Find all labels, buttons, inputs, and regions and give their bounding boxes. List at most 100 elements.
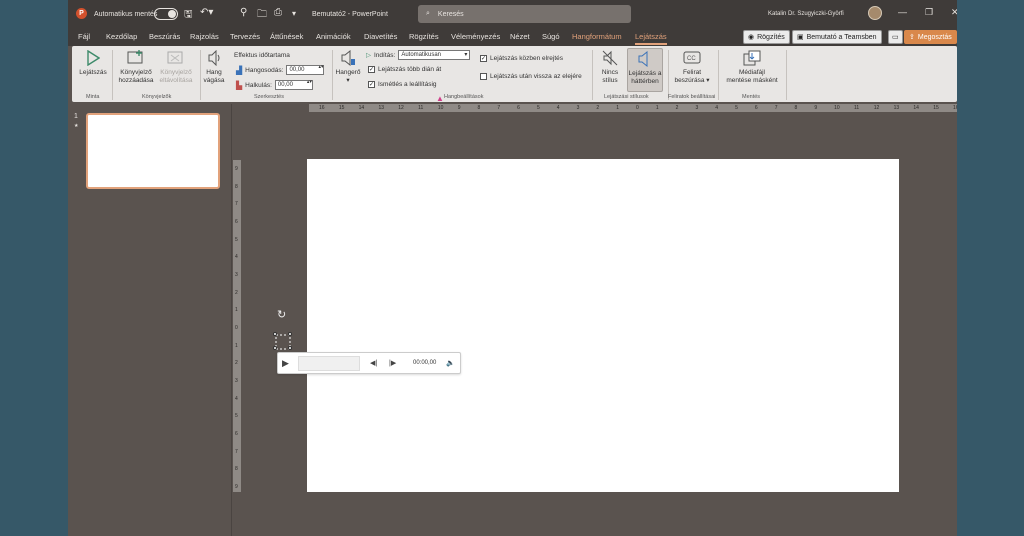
- save-media-as-button[interactable]: Médiafájl mentése másként: [722, 50, 782, 85]
- tab-record[interactable]: Rögzítés: [409, 32, 439, 41]
- share-label: Megosztás: [917, 33, 952, 41]
- tab-view[interactable]: Nézet: [510, 32, 530, 41]
- add-bookmark-button[interactable]: Könyvjelző hozzáadása: [116, 50, 156, 85]
- record-dot-icon: ◉: [748, 34, 755, 41]
- mute-icon[interactable]: 🔈: [446, 359, 455, 367]
- rewind-after-playing-checkbox[interactable]: Lejátszás után vissza az elejére: [480, 73, 582, 80]
- ruler-tick-label: 4: [715, 105, 719, 111]
- quick-print-icon[interactable]: ⎙: [274, 7, 282, 18]
- ruler-tick-label: 9: [235, 484, 238, 490]
- user-name[interactable]: Katalin Dr. Szugyiczki-Györfi: [768, 0, 844, 28]
- tab-slideshow[interactable]: Diavetítés: [364, 32, 397, 41]
- divider: [668, 50, 669, 100]
- loop-checkbox[interactable]: ✓ Ismétlés a leállításig: [368, 81, 437, 88]
- minimize-icon[interactable]: —: [898, 7, 907, 17]
- mouse-cursor-icon: ▲: [436, 94, 444, 103]
- ruler-tick-label: 1: [655, 105, 659, 111]
- checkbox-unchecked-icon: [480, 73, 487, 80]
- present-in-teams-button[interactable]: ▣ Bemutató a Teamsben: [792, 30, 882, 44]
- undo-icon[interactable]: ↶▾: [200, 7, 213, 18]
- rotate-handle-icon[interactable]: ↻: [277, 308, 286, 321]
- play-across-slides-checkbox[interactable]: ✓ Lejátszás több dián át: [368, 66, 441, 73]
- volume-button[interactable]: Hangerő ▾: [334, 50, 362, 85]
- audio-seek-bar[interactable]: [298, 356, 360, 371]
- tab-review[interactable]: Véleményezés: [451, 32, 500, 41]
- ruler-tick-label: 2: [675, 105, 679, 111]
- user-avatar[interactable]: [868, 6, 882, 20]
- resize-handle[interactable]: [273, 332, 277, 336]
- play-in-background-button[interactable]: Lejátszás a háttérben: [627, 48, 663, 92]
- tab-file[interactable]: Fájl: [78, 32, 90, 41]
- app-name: PowerPoint: [352, 10, 388, 18]
- save-icon[interactable]: 🖫: [184, 7, 193, 24]
- ruler-tick-label: 10: [834, 105, 840, 111]
- fade-out-row: ▙ Halkulás: 00,00: [236, 80, 313, 90]
- record-button[interactable]: ◉ Rögzítés: [743, 30, 790, 44]
- insert-captions-button[interactable]: CC Felirat beszúrása ▾: [670, 50, 714, 85]
- no-style-icon: [602, 50, 618, 66]
- trim-audio-button[interactable]: Hang vágása: [202, 50, 226, 85]
- tab-audio-format[interactable]: Hangformátum: [572, 32, 622, 41]
- hide-during-show-checkbox[interactable]: ✓ Lejátszás közben elrejtés: [480, 55, 563, 62]
- group-label-audio-options: Hangbeállítások: [444, 94, 484, 100]
- ruler-tick-label: 2: [235, 289, 238, 296]
- comments-button[interactable]: ▭: [888, 30, 903, 44]
- fade-out-spinner[interactable]: 00,00: [274, 80, 313, 90]
- resize-handle[interactable]: [273, 346, 277, 350]
- document-title: Bemutató2 - PowerPoint: [312, 0, 388, 28]
- ruler-tick-label: 8: [794, 105, 798, 111]
- start-label: Indítás:: [374, 51, 396, 59]
- customize-toolbar-icon[interactable]: ▾: [292, 9, 296, 18]
- ribbon-playback: Lejátszás Minta Könyvjelző hozzáadása Kö…: [72, 46, 957, 102]
- search-box[interactable]: ⌕ Keresés: [418, 5, 631, 23]
- remove-bookmark-button[interactable]: Könyvjelző eltávolítása: [156, 50, 196, 85]
- ruler-tick-label: 9: [457, 105, 461, 111]
- ruler-tick-label: 2: [235, 360, 238, 367]
- ruler-tick-label: 13: [893, 105, 900, 111]
- start-dropdown[interactable]: Automatikusan: [398, 50, 471, 60]
- skip-forward-icon[interactable]: |▶: [389, 359, 396, 367]
- ruler-tick-label: 6: [517, 105, 520, 111]
- slide-thumbnail[interactable]: [86, 113, 220, 189]
- play-button[interactable]: Lejátszás: [78, 50, 108, 77]
- search-placeholder: Keresés: [437, 10, 464, 18]
- tab-playback[interactable]: Lejátszás: [635, 32, 667, 45]
- divider: [786, 50, 787, 100]
- autosave-toggle[interactable]: [154, 8, 178, 20]
- teams-icon: ▣: [797, 34, 804, 41]
- ruler-tick-label: 3: [235, 378, 238, 384]
- tab-transitions[interactable]: Áttűnések: [270, 32, 303, 41]
- close-icon[interactable]: ✕: [951, 7, 957, 18]
- remove-bookmark-icon: [167, 51, 183, 64]
- resize-handle[interactable]: [288, 346, 292, 350]
- add-bookmark-icon: [127, 50, 143, 64]
- tab-help[interactable]: Súgó: [542, 32, 560, 41]
- tab-draw[interactable]: Rajzolás: [190, 32, 219, 41]
- fade-in-label: Hangosodás:: [245, 66, 284, 74]
- ruler-tick-label: 1: [235, 307, 238, 314]
- tab-home[interactable]: Kezdőlap: [106, 32, 137, 41]
- presenter-icon[interactable]: ⚲: [240, 7, 247, 18]
- slide-canvas[interactable]: [307, 159, 899, 492]
- autosave-label: Automatikus mentés: [94, 10, 158, 18]
- fade-in-spinner[interactable]: 00,00: [286, 65, 325, 75]
- start-row: ▷ Indítás: Automatikusan: [366, 50, 471, 60]
- share-button[interactable]: ⇪ Megosztás: [904, 30, 957, 44]
- tab-animations[interactable]: Animációk: [316, 32, 351, 41]
- horizontal-ruler: 16 15 14 13 12 11 10 9 8 7 6 5 4 3 2 1 0 1 2 3 4 5 6 7 8 9 10 11 12 1…: [309, 104, 957, 112]
- skip-back-icon[interactable]: ◀|: [370, 359, 377, 367]
- ruler-tick-label: 3: [695, 105, 699, 111]
- add-bookmark-label-2: hozzáadása: [118, 77, 154, 84]
- group-label-captions: Feliratok beállításai: [668, 94, 716, 100]
- pane-divider: [231, 104, 232, 536]
- volume-label: Hangerő: [335, 69, 361, 76]
- add-bookmark-label-1: Könyvjelző: [120, 69, 152, 76]
- restore-icon[interactable]: ❐: [925, 7, 933, 18]
- tab-design[interactable]: Tervezés: [230, 32, 260, 41]
- resize-handle[interactable]: [288, 332, 292, 336]
- no-style-button[interactable]: Nincs stílus: [596, 50, 624, 85]
- open-folder-icon[interactable]: 🗀: [257, 7, 267, 24]
- tab-insert[interactable]: Beszúrás: [149, 32, 180, 41]
- player-play-icon[interactable]: ▶: [282, 358, 289, 369]
- fade-in-icon: ▟: [236, 65, 243, 75]
